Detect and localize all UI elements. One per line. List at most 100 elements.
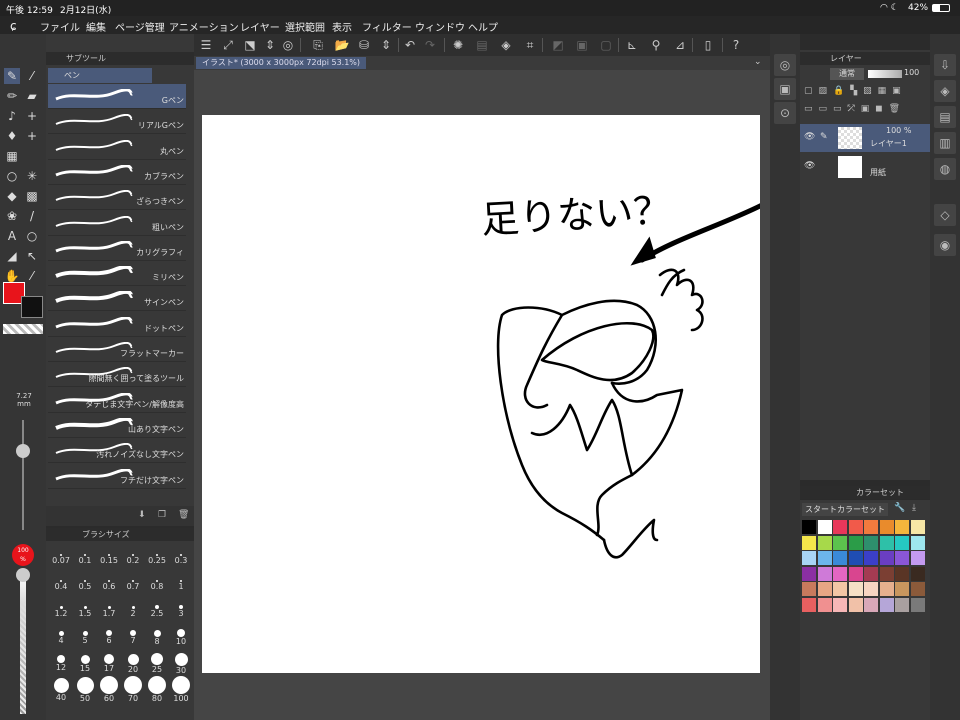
- open-file-icon[interactable]: 📂: [334, 37, 350, 53]
- brush-size-option[interactable]: 30: [170, 650, 192, 675]
- color-swatch[interactable]: [879, 535, 894, 550]
- brush-item[interactable]: カブラペン: [48, 160, 186, 185]
- color-swatch[interactable]: [802, 535, 816, 550]
- object-tool-icon[interactable]: +: [24, 128, 40, 144]
- menu-selection[interactable]: 選択範囲: [285, 19, 325, 34]
- menu-animation[interactable]: アニメーション: [169, 19, 239, 34]
- save-updown-icon[interactable]: ⇕: [378, 37, 394, 53]
- wrench-icon[interactable]: 🔧: [894, 503, 905, 513]
- new-file-icon[interactable]: ⎘: [310, 37, 326, 53]
- 3d-icon[interactable]: ◇: [934, 204, 956, 226]
- color-swatch[interactable]: [833, 520, 847, 534]
- color-swatch[interactable]: [879, 597, 894, 612]
- redo-icon[interactable]: ↷: [422, 37, 438, 53]
- brush-size-option[interactable]: 6: [98, 624, 120, 645]
- magic-wand-icon[interactable]: ✳: [24, 168, 40, 184]
- brush-item[interactable]: ざらつきペン: [48, 185, 186, 211]
- operation-tool-icon[interactable]: ↖: [24, 248, 40, 264]
- color-swatch[interactable]: [864, 582, 878, 596]
- clear-icon[interactable]: ▤: [474, 37, 490, 53]
- brush-size-option[interactable]: 0.15: [98, 546, 120, 565]
- brush-size-option[interactable]: 8: [146, 624, 168, 646]
- brush-item[interactable]: フラットマーカー: [48, 337, 186, 362]
- material-icon[interactable]: ▤: [934, 106, 956, 128]
- color-swatch[interactable]: [848, 582, 863, 596]
- color-swatch[interactable]: [848, 520, 863, 534]
- brush-item[interactable]: 山あり文字ペン: [48, 413, 186, 438]
- decoration-tool-icon[interactable]: ❀: [4, 208, 20, 224]
- pencil-tool-icon[interactable]: ✏: [4, 88, 20, 104]
- color-swatch[interactable]: [910, 520, 925, 534]
- color-swatch[interactable]: [864, 566, 878, 581]
- color-swatch[interactable]: [802, 566, 816, 581]
- brush-size-option[interactable]: 1.5: [74, 598, 96, 618]
- import-icon[interactable]: ⤓: [912, 503, 916, 513]
- line-tool-icon[interactable]: /: [24, 208, 40, 224]
- brush-item[interactable]: サインペン: [48, 286, 186, 312]
- color-swatch[interactable]: [879, 551, 894, 565]
- brush-item[interactable]: カリグラフィ: [48, 236, 186, 261]
- brush-size-option[interactable]: 1.2: [50, 598, 72, 618]
- color-swatch[interactable]: [802, 520, 816, 534]
- crop-icon[interactable]: ⌗: [522, 37, 538, 53]
- quick-access-icon[interactable]: ◎: [280, 37, 296, 53]
- brush-item[interactable]: 汚れノイズなし文字ペン: [48, 438, 186, 464]
- color-set-select[interactable]: スタートカラーセット: [802, 503, 888, 516]
- pen-tool-icon[interactable]: ✎: [4, 68, 20, 84]
- layer-row-1[interactable]: 👁 ✎ 100 % レイヤー1: [800, 124, 930, 152]
- brush-size-option[interactable]: 0.4: [50, 572, 72, 591]
- dropper-tool-icon[interactable]: ⁄: [24, 268, 40, 284]
- color-swatch[interactable]: [817, 566, 832, 581]
- brush-item[interactable]: リアルGペン: [48, 109, 186, 135]
- brush-size-option[interactable]: 20: [122, 650, 144, 674]
- save-icon[interactable]: ⛁: [356, 37, 372, 53]
- brush-item[interactable]: ドットペン: [48, 312, 186, 337]
- color-set-tab[interactable]: カラーセット: [800, 486, 930, 499]
- menu-icon[interactable]: ☰: [198, 37, 214, 53]
- color-swatch[interactable]: [879, 520, 894, 534]
- menu-view[interactable]: 表示: [332, 19, 352, 34]
- subtool-group-pen[interactable]: ペン: [48, 68, 152, 83]
- brush-size-option[interactable]: 3: [170, 598, 192, 618]
- layer-option-icons[interactable]: ▢▨🔒▚▧▦▣: [804, 86, 928, 100]
- drawing-canvas[interactable]: 足りない？: [202, 115, 765, 673]
- color-swatch[interactable]: [864, 535, 878, 550]
- brush-size-option[interactable]: 12: [50, 650, 72, 672]
- color-swatch[interactable]: [833, 597, 847, 612]
- brush-size-option[interactable]: 70: [122, 676, 144, 703]
- document-tab[interactable]: イラスト* (3000 x 3000px 72dpi 53.1%): [196, 57, 367, 69]
- brush-size-option[interactable]: 2: [122, 598, 144, 618]
- brush-size-option[interactable]: 1: [170, 572, 192, 591]
- color-swatch[interactable]: [895, 566, 909, 581]
- color-slider-icon[interactable]: ◉: [934, 234, 956, 256]
- color-swatch[interactable]: [802, 582, 816, 596]
- help-icon[interactable]: ?: [728, 37, 744, 53]
- color-swatch[interactable]: [833, 566, 847, 581]
- brush-size-option[interactable]: 5: [74, 624, 96, 645]
- color-swatch[interactable]: [895, 520, 909, 534]
- color-swatch[interactable]: [895, 597, 909, 612]
- brush-size-option[interactable]: 40: [50, 676, 72, 702]
- ruler-tool-icon[interactable]: ◢: [4, 248, 20, 264]
- color-swatch[interactable]: [910, 597, 925, 612]
- fill-tool-icon[interactable]: ◆: [4, 188, 20, 204]
- color-swatch[interactable]: [910, 551, 925, 565]
- brush-size-option[interactable]: 0.25: [146, 546, 168, 565]
- color-swatch[interactable]: [833, 582, 847, 596]
- brush-size-option[interactable]: 25: [146, 650, 168, 674]
- brush-size-option[interactable]: 0.2: [122, 546, 144, 565]
- layers-icon[interactable]: ◈: [934, 80, 956, 102]
- opacity-slider-thumb[interactable]: [16, 568, 30, 582]
- loading-icon[interactable]: ✺: [450, 37, 466, 53]
- menu-layer[interactable]: レイヤー: [240, 19, 280, 34]
- color-swatch[interactable]: [895, 551, 909, 565]
- color-swatch[interactable]: [848, 535, 863, 550]
- brush-tool-icon[interactable]: ♪: [4, 108, 20, 124]
- brush-item[interactable]: ミリペン: [48, 261, 186, 287]
- layer-tab[interactable]: レイヤー: [800, 52, 930, 65]
- app-logo-icon[interactable]: ɕ: [10, 19, 17, 33]
- grid-tool-icon[interactable]: ▦: [4, 148, 20, 164]
- export-icon[interactable]: ⇩: [934, 54, 956, 76]
- brush-item[interactable]: 丸ペン: [48, 135, 186, 160]
- brush-size-option[interactable]: 80: [146, 676, 168, 703]
